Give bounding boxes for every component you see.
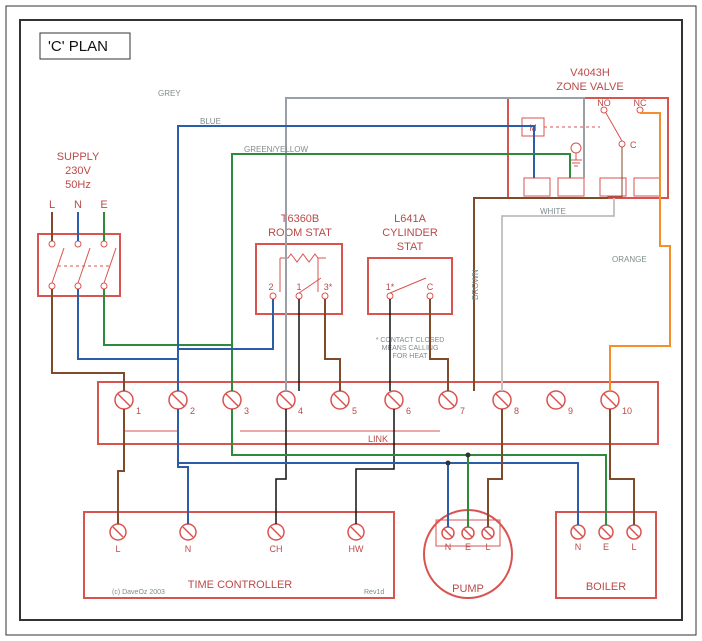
cylinder-stat: L641A CYLINDER STAT 1* C * CONTACT CLOSE… bbox=[368, 213, 452, 360]
svg-text:E: E bbox=[100, 199, 107, 211]
svg-text:N: N bbox=[445, 542, 452, 552]
svg-text:2: 2 bbox=[190, 406, 195, 416]
svg-text:6: 6 bbox=[406, 406, 411, 416]
svg-text:1: 1 bbox=[296, 282, 301, 292]
outer-border bbox=[6, 6, 696, 635]
svg-text:FOR HEAT: FOR HEAT bbox=[393, 353, 429, 360]
svg-text:PUMP: PUMP bbox=[452, 583, 484, 595]
supply-label: SUPPLY 230V 50Hz L N E bbox=[49, 151, 108, 211]
svg-text:L: L bbox=[49, 199, 55, 211]
svg-text:1: 1 bbox=[136, 406, 141, 416]
svg-text:CYLINDER: CYLINDER bbox=[382, 227, 438, 239]
svg-text:9: 9 bbox=[568, 406, 573, 416]
svg-text:BROWN: BROWN bbox=[471, 269, 480, 300]
svg-text:230V: 230V bbox=[65, 165, 91, 177]
svg-text:BOILER: BOILER bbox=[586, 581, 626, 593]
diagram-title: 'C' PLAN bbox=[48, 38, 108, 55]
svg-text:ORANGE: ORANGE bbox=[612, 255, 647, 264]
svg-text:GREY: GREY bbox=[158, 89, 181, 98]
svg-text:5: 5 bbox=[352, 406, 357, 416]
svg-text:E: E bbox=[603, 542, 609, 552]
junction-box: 1 2 3 4 5 6 7 8 9 10 LINK bbox=[98, 382, 658, 444]
svg-text:V4043H: V4043H bbox=[570, 67, 610, 79]
svg-text:7: 7 bbox=[460, 406, 465, 416]
svg-text:LINK: LINK bbox=[368, 434, 388, 444]
svg-text:L: L bbox=[485, 542, 490, 552]
svg-text:10: 10 bbox=[622, 406, 632, 416]
room-stat: T6360B ROOM STAT 2 1 3* bbox=[256, 213, 342, 314]
svg-text:(c) DaveOz 2003: (c) DaveOz 2003 bbox=[112, 589, 165, 596]
svg-text:* CONTACT CLOSED: * CONTACT CLOSED bbox=[376, 337, 445, 344]
svg-text:3: 3 bbox=[244, 406, 249, 416]
svg-text:L: L bbox=[631, 542, 636, 552]
svg-text:3*: 3* bbox=[324, 282, 333, 292]
svg-text:HW: HW bbox=[349, 544, 364, 554]
title-box: 'C' PLAN bbox=[40, 33, 130, 59]
svg-text:ZONE VALVE: ZONE VALVE bbox=[556, 81, 623, 93]
svg-text:NO: NO bbox=[597, 98, 611, 108]
svg-text:ROOM STAT: ROOM STAT bbox=[268, 227, 332, 239]
svg-text:L: L bbox=[115, 544, 120, 554]
svg-text:8: 8 bbox=[514, 406, 519, 416]
svg-text:SUPPLY: SUPPLY bbox=[57, 151, 100, 163]
svg-text:N: N bbox=[74, 199, 82, 211]
svg-text:1*: 1* bbox=[386, 282, 395, 292]
svg-text:L641A: L641A bbox=[394, 213, 426, 225]
supply-isolator bbox=[38, 212, 120, 296]
svg-text:C: C bbox=[427, 282, 434, 292]
svg-text:WHITE: WHITE bbox=[540, 207, 566, 216]
svg-text:C: C bbox=[630, 140, 637, 150]
svg-text:E: E bbox=[465, 542, 471, 552]
svg-text:NC: NC bbox=[634, 98, 647, 108]
svg-text:BLUE: BLUE bbox=[200, 117, 221, 126]
svg-text:N: N bbox=[575, 542, 582, 552]
svg-text:4: 4 bbox=[298, 406, 303, 416]
wiring: GREY BLUE GREEN/YELLOW BROWN WHITE ORANG… bbox=[52, 89, 670, 527]
svg-text:STAT: STAT bbox=[397, 241, 424, 253]
svg-text:TIME CONTROLLER: TIME CONTROLLER bbox=[188, 579, 293, 591]
svg-text:N: N bbox=[185, 544, 192, 554]
svg-text:CH: CH bbox=[270, 544, 283, 554]
svg-text:2: 2 bbox=[268, 282, 273, 292]
time-controller: TIME CONTROLLER (c) DaveOz 2003 Rev1d L … bbox=[84, 512, 394, 598]
svg-text:GREEN/YELLOW: GREEN/YELLOW bbox=[244, 145, 308, 154]
zone-valve: V4043H ZONE VALVE M NO NC C bbox=[508, 67, 668, 198]
svg-text:50Hz: 50Hz bbox=[65, 179, 91, 191]
svg-text:Rev1d: Rev1d bbox=[364, 589, 384, 596]
